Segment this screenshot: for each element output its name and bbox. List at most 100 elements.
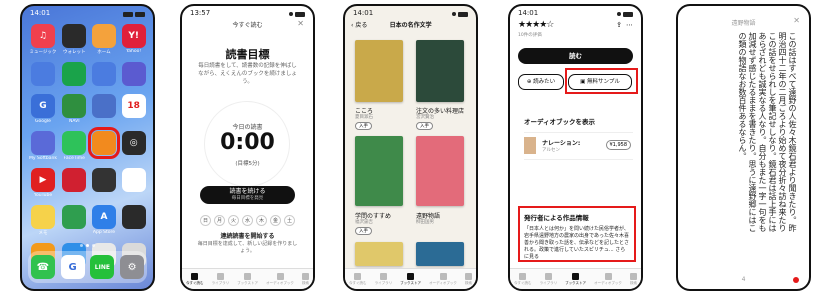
app-launcher[interactable] — [121, 62, 146, 87]
app-icon — [121, 205, 146, 229]
book-cover[interactable] — [355, 242, 403, 266]
button-label: 読書を続ける — [229, 188, 266, 195]
app-launcher[interactable] — [62, 62, 87, 87]
tab-item[interactable]: ライブラリ — [212, 272, 229, 286]
book-detail-screen: 14:01 ★★★★☆ ⇪ ⋯ 10件の評価 読む ⊕ 読みたい ▣ 無料サンプ… — [508, 4, 643, 291]
app-launcher[interactable] — [62, 205, 87, 236]
weekday-circle: 土 — [284, 215, 295, 226]
continue-reading-button[interactable]: 読書を続ける 毎日目標を発見 — [200, 186, 295, 204]
tab-item[interactable]: オーディオブック — [594, 272, 622, 286]
page-indicator — [22, 244, 153, 247]
rating-stars: ★★★★☆ — [518, 20, 554, 30]
get-button[interactable]: 入手 — [355, 227, 372, 235]
app-label: FaceTime — [63, 156, 85, 161]
app-launcher[interactable] — [91, 62, 117, 87]
phone-icon[interactable]: ☎ — [30, 255, 55, 279]
want-to-read-button[interactable]: ⊕ 読みたい — [518, 74, 564, 90]
tab-item[interactable]: ライブラリ — [540, 272, 557, 286]
app-launcher[interactable] — [91, 168, 117, 198]
app-icon — [91, 62, 116, 86]
back-button[interactable]: ‹ 戻る — [351, 20, 367, 29]
app-launcher[interactable]: Y! Yahoo! — [121, 24, 146, 55]
book-cover[interactable] — [355, 136, 403, 206]
tab-item[interactable]: ライブラリ — [374, 272, 393, 286]
app-launcher[interactable]: ホーム — [91, 24, 117, 55]
home-screen: 14:01 ♫ ミュージック ウォレット ホーム Y! Yahoo! G Google NAVI… — [20, 4, 155, 291]
tab-item[interactable]: 今すぐ読む — [349, 272, 367, 286]
facetime-icon — [62, 131, 87, 155]
publisher-text[interactable]: 「日本人とは何か」を問い続けた民俗学者が、岩手県遠野地方の農家の出身であった佐々… — [524, 226, 630, 261]
app-launcher[interactable] — [29, 62, 57, 87]
tab-item[interactable]: 検索 — [629, 272, 637, 286]
tab-icon — [439, 272, 447, 280]
app-launcher[interactable]: G Google — [29, 94, 57, 124]
app-launcher[interactable]: A App Store — [91, 205, 117, 236]
audiobook-heading[interactable]: オーディオブックを表示 — [524, 116, 595, 126]
google-icon[interactable]: G — [60, 255, 85, 279]
app-launcher[interactable]: FaceTime — [62, 131, 87, 161]
app-label: App Store — [92, 230, 116, 235]
tab-item[interactable]: オーディオブック — [266, 272, 294, 286]
tab-item[interactable]: ブックストア — [565, 272, 586, 286]
get-button[interactable]: 入手 — [355, 122, 372, 130]
narration-label: ナレーション: — [542, 140, 581, 147]
book-cover[interactable] — [355, 40, 403, 102]
app-launcher[interactable] — [91, 94, 117, 124]
calendar-icon: 18 — [121, 94, 146, 118]
tab-item[interactable]: 今すぐ読む — [514, 272, 532, 286]
weekday-row: 日月火水木金土 — [200, 215, 295, 226]
line-icon[interactable]: LINE — [90, 255, 115, 279]
book-cover[interactable] — [416, 40, 464, 102]
tab-item[interactable]: オーディオブック — [429, 272, 457, 286]
audiobook-item[interactable]: ナレーション: アルセン ¥1,958 — [524, 132, 633, 160]
tab-item[interactable]: 今すぐ読む — [186, 272, 204, 286]
app-launcher[interactable]: My Softbank — [29, 131, 57, 161]
book-author: 夏目漱石 — [355, 115, 373, 120]
app-launcher[interactable] — [87, 127, 120, 161]
price-button[interactable]: ¥1,958 — [605, 140, 631, 150]
app-launcher[interactable]: 18 — [121, 94, 146, 124]
tab-label: 今すぐ読む — [186, 280, 204, 285]
close-icon[interactable]: ✕ — [793, 16, 800, 25]
app-icon — [121, 62, 146, 86]
page-number: 4 — [741, 276, 746, 283]
appstore-icon: A — [91, 205, 116, 229]
tab-item[interactable]: 検索 — [301, 272, 309, 286]
tab-icon — [216, 272, 224, 280]
book-cover[interactable] — [416, 136, 464, 206]
tab-icon — [519, 272, 527, 280]
status-bar: 13:57 — [190, 9, 305, 19]
app-launcher[interactable]: ◎ — [121, 131, 146, 161]
tab-icon — [629, 272, 637, 280]
get-button[interactable]: 入手 — [416, 122, 433, 130]
app-label: ホーム — [97, 50, 111, 55]
more-icon[interactable]: ⋯ — [626, 21, 633, 29]
tab-label: オーディオブック — [594, 280, 622, 285]
weekday-circle: 日 — [200, 215, 211, 226]
tab-item[interactable]: ブックストア — [400, 272, 421, 286]
publisher-heading: 発行者による作品情報 — [524, 214, 589, 222]
app-launcher[interactable] — [121, 168, 146, 198]
app-label: NAVI — [69, 119, 80, 124]
tab-item[interactable]: 検索 — [464, 272, 472, 286]
app-launcher[interactable]: ♫ ミュージック — [29, 24, 57, 55]
app-launcher[interactable]: メモ — [29, 205, 57, 236]
app-launcher[interactable] — [121, 205, 146, 236]
rating-row: ★★★★☆ ⇪ ⋯ — [518, 20, 633, 30]
book-cover[interactable] — [416, 242, 464, 266]
tab-label: ライブラリ — [374, 280, 393, 285]
clock-icon — [91, 168, 116, 192]
reader-text[interactable]: この話はすべて遠野の人佐々木鏡石君より聞きたり。昨明治四十二年の二月ごろより始め… — [690, 32, 797, 232]
status-time: 14:01 — [353, 9, 374, 17]
read-button[interactable]: 読む — [518, 48, 633, 64]
tab-item[interactable]: ブックストア — [237, 272, 258, 286]
settings-icon[interactable]: ⚙ — [120, 255, 145, 279]
tab-label: 今すぐ読む — [349, 280, 367, 285]
close-icon[interactable]: ✕ — [297, 19, 304, 28]
app-launcher[interactable]: ウォレット — [62, 24, 87, 55]
share-icon[interactable]: ⇪ — [616, 21, 622, 29]
app-launcher[interactable] — [62, 168, 87, 198]
streak-title: 連続読書を開始する — [220, 233, 275, 240]
app-launcher[interactable]: NAVI — [62, 94, 87, 124]
app-launcher[interactable]: ▶ YouTube — [29, 168, 57, 198]
